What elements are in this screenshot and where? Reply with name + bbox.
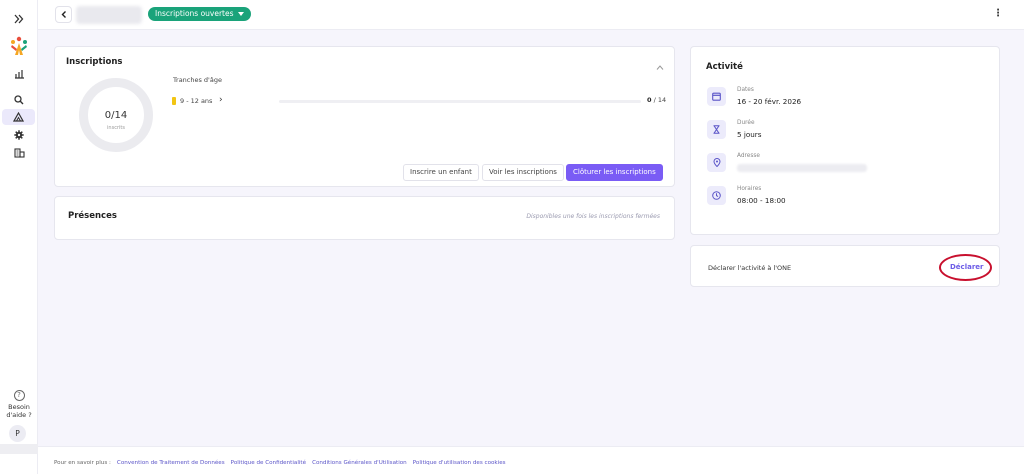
hourglass-icon [707,120,726,139]
duree-label: Durée [737,120,755,126]
activity-name-redacted [76,6,142,24]
help-label-line2: d'aide ? [6,411,32,419]
activities-icon[interactable] [2,109,35,125]
age-group-chevron-icon[interactable]: › [219,95,223,105]
presences-note: Disponibles une fois les inscriptions fe… [526,213,660,220]
cloturer-inscriptions-button[interactable]: Clôturer les inscriptions [566,164,663,181]
status-dropdown[interactable]: Inscriptions ouvertes [148,7,251,21]
inscrire-enfant-button[interactable]: Inscrire un enfant [403,164,479,181]
age-group-label: 9 - 12 ans [180,97,213,105]
gear-icon[interactable] [0,128,38,142]
help-label-line1: Besoin [8,403,30,411]
calendar-icon [707,87,726,106]
footer-prefix: Pour en savoir plus : [54,460,111,466]
building-icon[interactable] [0,146,38,160]
dates-label: Dates [737,87,754,93]
age-group-count: 0 / 14 [647,96,666,104]
dates-value: 16 - 20 févr. 2026 [737,97,802,106]
more-options-icon[interactable]: ⋮ [993,8,1003,19]
collapse-chevron-icon[interactable] [656,55,664,74]
age-group-total: / 14 [653,96,667,104]
clock-icon [707,186,726,205]
footer: Pour en savoir plus : Convention de Trai… [38,446,1024,474]
adresse-label: Adresse [737,153,760,159]
tranches-label: Tranches d'âge [173,76,222,84]
age-group-progress [279,100,641,103]
top-bar: Inscriptions ouvertes ⋮ [38,0,1024,30]
sidebar: ? Besoin d'aide ? P [0,0,38,474]
declaration-card: Déclarer l'activité à l'ONE Déclarer [690,245,1000,287]
inscriptions-count-sub: inscrits [107,125,125,131]
inscriptions-card: Inscriptions 0/14 inscrits Tranches d'âg… [54,46,675,187]
duree-value: 5 jours [737,130,762,139]
back-button[interactable] [55,6,72,23]
help-link[interactable]: ? Besoin d'aide ? [0,390,38,419]
inscriptions-title: Inscriptions [66,57,123,67]
question-icon: ? [13,390,25,401]
declaration-text: Déclarer l'activité à l'ONE [708,264,792,272]
footer-link-cookies[interactable]: Politique d'utilisation des cookies [413,460,506,466]
age-group-filled: 0 [647,96,652,104]
inscriptions-donut: 0/14 inscrits [79,78,153,152]
app-logo[interactable] [0,35,38,57]
horaires-value: 08:00 - 18:00 [737,196,786,205]
footer-link-traitement[interactable]: Convention de Traitement de Données [117,460,225,466]
footer-link-cgu[interactable]: Conditions Générales d'Utilisation [312,460,407,466]
chevron-left-icon [61,11,66,18]
activite-title: Activité [706,62,743,72]
footer-link-confidentialite[interactable]: Politique de Confidentialité [231,460,306,466]
status-label: Inscriptions ouvertes [155,9,234,18]
inscriptions-count: 0/14 [104,110,128,121]
presences-title: Présences [68,211,117,221]
annotation-ellipse [939,254,992,281]
activite-card: Activité Dates 16 - 20 févr. 2026 Durée … [690,46,1000,235]
adresse-redacted [737,164,867,172]
voir-inscriptions-button[interactable]: Voir les inscriptions [482,164,564,181]
presences-card: Présences Disponibles une fois les inscr… [54,196,675,240]
horaires-label: Horaires [737,186,762,192]
sidebar-footer-strip [0,444,38,454]
age-group-color [172,97,176,105]
dashboard-icon[interactable] [0,67,38,81]
search-icon[interactable] [0,93,38,107]
avatar[interactable]: P [9,425,26,442]
caret-down-icon [237,12,244,16]
expand-sidebar-icon[interactable] [0,12,38,26]
location-pin-icon [707,153,726,172]
